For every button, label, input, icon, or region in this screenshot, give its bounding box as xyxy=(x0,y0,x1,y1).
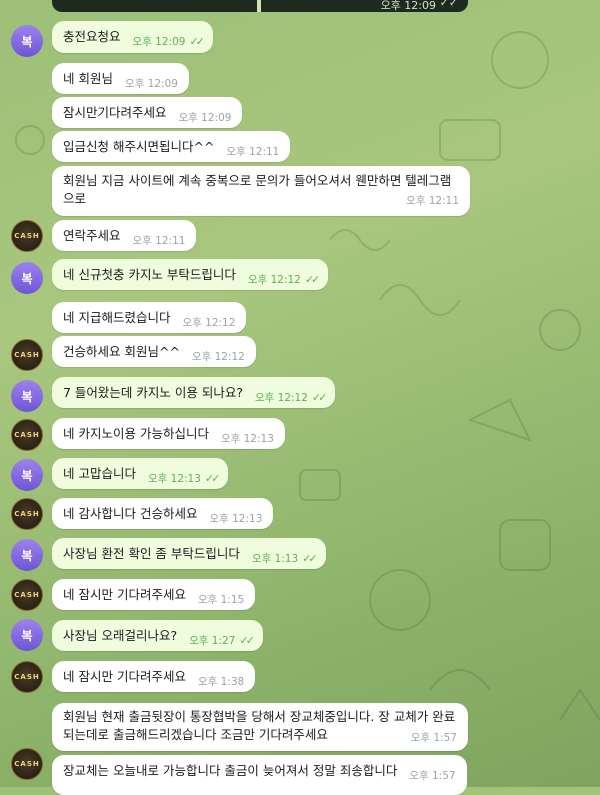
message-time: 오후 12:13 xyxy=(220,433,274,445)
avatar-cash-label: CASH xyxy=(14,351,40,359)
avatar-purple[interactable]: 복 xyxy=(11,619,43,651)
message-text: 네 지급해드렸습니다 xyxy=(63,310,171,325)
avatar-initial: 복 xyxy=(21,34,33,49)
message-incoming[interactable]: 건승하세요 회원님^^ 오후 12:12 xyxy=(52,336,256,367)
message-time: 오후 1:27 xyxy=(189,635,236,647)
message-time: 오후 12:13 xyxy=(209,513,263,525)
message-incoming[interactable]: 네 잠시만 기다려주세요 오후 1:15 xyxy=(52,579,256,610)
message-incoming[interactable]: 연락주세요 오후 12:11 xyxy=(52,220,197,251)
message-time: 오후 1:57 xyxy=(409,770,456,782)
avatar-cash-label: CASH xyxy=(14,760,40,768)
message-outgoing[interactable]: 네 신규첫충 카지노 부탁드립니다 오후 12:12 ✓✓ xyxy=(52,259,329,290)
message-text: 장교체는 오늘내로 가능합니다 출금이 늦어져서 정말 죄송합니다 xyxy=(63,763,398,778)
read-check-icon: ✓✓ xyxy=(204,472,221,485)
avatar-cash-label: CASH xyxy=(14,591,40,599)
message-time: 오후 12:12 xyxy=(182,317,236,329)
message-text: 충전요청요 xyxy=(63,29,121,44)
message-time: 오후 12:11 xyxy=(132,235,186,247)
avatar-initial: 복 xyxy=(21,468,33,483)
avatar-cash-label: CASH xyxy=(14,510,40,518)
message-time: 오후 12:09 xyxy=(124,78,178,90)
message-text: 연락주세요 xyxy=(63,228,121,243)
message-incoming[interactable]: 회원님 지금 사이트에 계속 중복으로 문의가 들어오셔서 웬만하면 텔레그램으… xyxy=(52,166,470,216)
message-text: 네 고맙습니다 xyxy=(63,466,136,481)
message-incoming[interactable]: 네 감사합니다 건승하세요 오후 12:13 xyxy=(52,498,274,529)
message-text: 네 잠시만 기다려주세요 xyxy=(63,669,186,684)
message-incoming[interactable]: 잠시만기다려주세요 오후 12:09 xyxy=(52,97,243,128)
avatar-purple[interactable]: 복 xyxy=(11,25,43,57)
message-incoming[interactable]: 입금신청 해주시면됩니다^^ 오후 12:11 xyxy=(52,131,291,162)
message-outgoing[interactable]: 사장님 오래걸리나요? 오후 1:27 ✓✓ xyxy=(52,620,263,651)
message-outgoing[interactable]: 충전요청요 오후 12:09 ✓✓ xyxy=(52,21,213,53)
message-incoming[interactable]: 장교체는 오늘내로 가능합니다 출금이 늦어져서 정말 죄송합니다 오후 1:57 xyxy=(52,755,467,795)
message-incoming[interactable]: 네 잠시만 기다려주세요 오후 1:38 xyxy=(52,661,256,692)
message-time: 오후 1:15 xyxy=(197,594,245,606)
message-text: 잠시만기다려주세요 xyxy=(63,105,167,120)
read-check-icon: ✓✓ xyxy=(302,552,318,565)
message-time: 오후 12:13 xyxy=(147,473,201,485)
message-time: 오후 12:11 xyxy=(406,195,459,207)
message-outgoing[interactable]: 네 고맙습니다 오후 12:13 ✓✓ xyxy=(52,458,229,489)
message-time: 오후 1:38 xyxy=(197,676,245,688)
media-divider xyxy=(257,0,261,12)
previous-message-bubble[interactable]: 오후 12:09 ✓✓ xyxy=(52,0,468,12)
avatar-purple[interactable]: 복 xyxy=(11,380,43,412)
message-text: 네 잠시만 기다려주세요 xyxy=(63,587,186,602)
message-text: 입금신청 해주시면됩니다^^ xyxy=(63,139,215,154)
message-time: 오후 1:13 xyxy=(251,553,299,565)
message-text: 네 신규첫충 카지노 부탁드립니다 xyxy=(63,267,236,282)
message-incoming[interactable]: 네 카지노이용 가능하십니다 오후 12:13 xyxy=(52,418,285,449)
avatar-cash[interactable]: CASH xyxy=(11,498,43,530)
message-text: 건승하세요 회원님^^ xyxy=(63,344,180,359)
message-incoming[interactable]: 네 회원님 오후 12:09 xyxy=(52,63,189,94)
avatar-purple[interactable]: 복 xyxy=(11,459,43,491)
message-text: 네 회원님 xyxy=(63,71,113,86)
avatar-initial: 복 xyxy=(21,628,33,643)
chat-history: 오후 12:09 ✓✓ 복 충전요청요 오후 12:09 ✓✓ 네 회원님 오후 12… xyxy=(0,0,600,795)
message-outgoing[interactable]: 7 들어왔는데 카지노 이용 되나요? 오후 12:12 ✓✓ xyxy=(52,377,336,408)
read-check-icon: ✓✓ xyxy=(189,35,205,48)
message-text: 사장님 환전 확인 좀 부탁드립니다 xyxy=(63,546,240,561)
avatar-cash[interactable]: CASH xyxy=(11,220,43,252)
read-check-icon: ✓✓ xyxy=(311,391,328,404)
message-text: 사장님 오래걸리나요? xyxy=(63,628,178,643)
avatar-purple[interactable]: 복 xyxy=(11,262,43,294)
message-time: 오후 12:12 xyxy=(191,351,245,363)
message-text: 네 카지노이용 가능하십니다 xyxy=(63,426,209,441)
message-time: 오후 12:09 xyxy=(380,0,436,12)
avatar-initial: 복 xyxy=(21,389,33,404)
message-time: 오후 12:09 xyxy=(178,112,232,124)
message-incoming[interactable]: 네 지급해드렸습니다 오후 12:12 xyxy=(52,302,247,333)
message-time: 오후 12:11 xyxy=(226,146,280,158)
read-check-icon: ✓✓ xyxy=(239,634,255,647)
avatar-cash-label: CASH xyxy=(14,673,40,681)
message-time: 오후 12:09 xyxy=(132,36,186,48)
avatar-cash-label: CASH xyxy=(14,431,40,439)
message-time: 오후 12:12 xyxy=(247,274,301,286)
message-incoming[interactable]: 회원님 현재 출금뒷장이 통장협박을 당해서 장교체중입니다. 장 교체가 완료… xyxy=(52,703,468,751)
avatar-cash[interactable]: CASH xyxy=(11,419,43,451)
avatar-cash-label: CASH xyxy=(14,232,40,240)
avatar-cash[interactable]: CASH xyxy=(11,661,43,693)
message-text: 네 감사합니다 건승하세요 xyxy=(63,506,198,521)
avatar-cash[interactable]: CASH xyxy=(11,579,43,611)
avatar-cash[interactable]: CASH xyxy=(11,748,43,780)
avatar-initial: 복 xyxy=(21,548,33,563)
message-time: 오후 12:12 xyxy=(254,392,308,404)
read-check-icon: ✓✓ xyxy=(439,0,458,9)
read-check-icon: ✓✓ xyxy=(304,273,321,286)
avatar-cash[interactable]: CASH xyxy=(11,339,43,371)
avatar-initial: 복 xyxy=(21,271,33,286)
message-text: 7 들어왔는데 카지노 이용 되나요? xyxy=(63,385,243,400)
message-outgoing[interactable]: 사장님 환전 확인 좀 부탁드립니다 오후 1:13 ✓✓ xyxy=(52,538,326,569)
avatar-purple[interactable]: 복 xyxy=(11,539,43,571)
